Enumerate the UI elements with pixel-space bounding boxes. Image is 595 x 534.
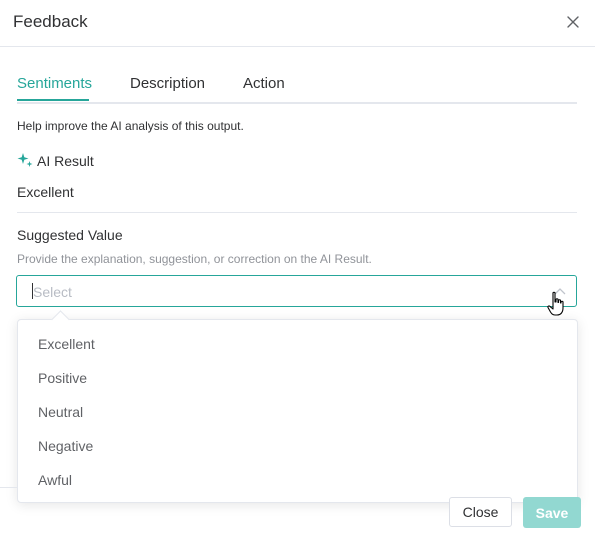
dialog-header: Feedback (0, 0, 595, 47)
ai-result-label: AI Result (37, 153, 94, 169)
suggested-value-select[interactable]: Select (16, 275, 577, 307)
active-tab-indicator (17, 99, 89, 101)
section-divider (17, 212, 577, 213)
save-button[interactable]: Save (523, 497, 581, 528)
pointer-hand-icon (547, 291, 564, 316)
help-text: Help improve the AI analysis of this out… (17, 119, 244, 133)
tab-bar: Sentiments Description Action (17, 58, 577, 104)
option-neutral[interactable]: Neutral (18, 396, 577, 430)
option-label: Negative (38, 438, 94, 454)
option-awful[interactable]: Awful (18, 464, 577, 498)
tab-sentiments[interactable]: Sentiments (17, 75, 92, 92)
option-negative[interactable]: Negative (18, 430, 577, 464)
select-placeholder: Select (33, 284, 72, 300)
close-icon[interactable] (565, 14, 581, 30)
suggested-value-help: Provide the explanation, suggestion, or … (17, 252, 372, 266)
option-positive[interactable]: Positive (18, 362, 577, 396)
suggested-value-label: Suggested Value (17, 227, 123, 243)
select-dropdown: Excellent Positive Neutral Negative Awfu… (17, 310, 578, 503)
text-caret (32, 283, 33, 299)
feedback-dialog: Feedback Sentiments Description Action H… (0, 0, 595, 534)
tab-description[interactable]: Description (130, 75, 205, 92)
footer-divider (0, 487, 17, 488)
ai-result-value: Excellent (17, 184, 74, 200)
sparkle-icon (17, 153, 33, 167)
tab-action[interactable]: Action (243, 75, 285, 92)
option-excellent[interactable]: Excellent (18, 328, 577, 362)
dropdown-arrow (51, 310, 70, 329)
option-label: Awful (38, 472, 72, 488)
close-button[interactable]: Close (449, 497, 512, 527)
option-label: Positive (38, 370, 88, 386)
option-label: Excellent (38, 336, 95, 352)
option-label: Neutral (38, 404, 84, 420)
dialog-title: Feedback (13, 12, 88, 31)
